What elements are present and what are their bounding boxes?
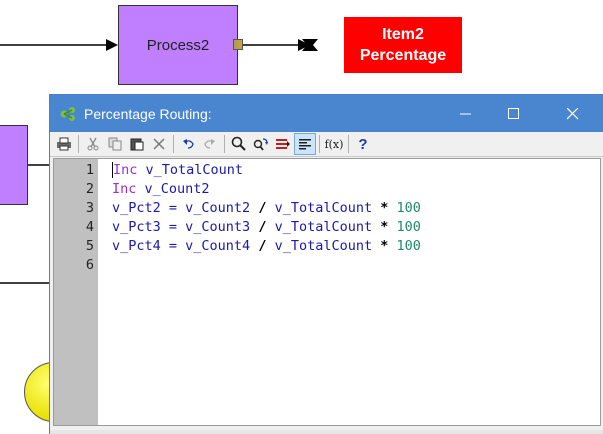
item-label-line2: Percentage: [359, 47, 447, 64]
editor-toolbar: f(x) ?: [50, 132, 603, 157]
redo-button[interactable]: [199, 133, 221, 155]
bookmark-icon: [276, 139, 290, 149]
code-line[interactable]: Inc v_TotalCount: [112, 161, 421, 180]
line-number: 4: [85, 219, 94, 235]
code-keyword: Inc: [112, 181, 137, 197]
minimize-button[interactable]: [443, 95, 489, 132]
maximize-icon: [508, 107, 519, 119]
code-text: v_TotalCount: [266, 200, 381, 216]
routing-icon: [60, 106, 75, 121]
format-button[interactable]: [294, 133, 316, 155]
code-number: 100: [388, 219, 421, 235]
process2-label: Process2: [146, 36, 210, 54]
toolbar-separator: [348, 135, 349, 153]
output-port[interactable]: [233, 39, 243, 50]
print-icon: [57, 137, 71, 151]
delete-icon: [153, 138, 165, 150]
toolbar-separator: [224, 135, 225, 153]
code-text: v_Pct3 = v_Count3: [112, 219, 259, 235]
item-label-line1: Item2: [382, 26, 424, 43]
format-icon: [299, 139, 311, 150]
code-text: v_TotalCount: [137, 162, 244, 178]
item2-percentage-label[interactable]: Item2 Percentage: [344, 17, 462, 73]
copy-icon: [108, 137, 122, 151]
close-icon: [567, 107, 579, 119]
find-replace-button[interactable]: [250, 133, 272, 155]
code-editor[interactable]: 1 2 3 4 5 6 Inc v_TotalCount Inc v_Count…: [53, 158, 601, 426]
window-title: Percentage Routing:: [84, 105, 212, 122]
code-line[interactable]: Inc v_Count2: [112, 180, 421, 199]
code-text: v_TotalCount: [266, 238, 381, 254]
function-icon: f(x): [324, 137, 344, 151]
left-process-block[interactable]: [0, 125, 28, 205]
line-number: 2: [85, 181, 94, 197]
code-number: 100: [388, 238, 421, 254]
function-button[interactable]: f(x): [323, 133, 345, 155]
line-number-gutter: 1 2 3 4 5 6: [54, 159, 98, 425]
line-number: 1: [85, 162, 94, 178]
process2-block[interactable]: Process2: [118, 5, 238, 85]
percentage-routing-window: Percentage Routing: f(x) ? 1 2 3 4 5 6 I…: [50, 95, 603, 434]
close-button[interactable]: [550, 95, 596, 132]
code-keyword: Inc: [112, 162, 138, 178]
toolbar-separator: [173, 135, 174, 153]
code-text: v_TotalCount: [266, 219, 381, 235]
redo-icon: [204, 139, 215, 149]
print-button[interactable]: [53, 133, 75, 155]
bookmark-button[interactable]: [272, 133, 294, 155]
minimize-icon: [460, 113, 471, 114]
help-button[interactable]: ?: [352, 133, 374, 155]
paste-icon: [130, 138, 144, 151]
code-line[interactable]: v_Pct4 = v_Count4 / v_TotalCount * 100: [112, 237, 421, 256]
paste-button[interactable]: [126, 133, 148, 155]
maximize-button[interactable]: [491, 95, 537, 132]
cut-button[interactable]: [82, 133, 104, 155]
undo-icon: [183, 139, 194, 149]
code-line[interactable]: v_Pct3 = v_Count3 / v_TotalCount * 100: [112, 218, 421, 237]
delete-button[interactable]: [148, 133, 170, 155]
find-icon: [231, 136, 246, 151]
undo-button[interactable]: [177, 133, 199, 155]
code-area[interactable]: Inc v_TotalCount Inc v_Count2 v_Pct2 = v…: [98, 159, 421, 425]
line-number: 3: [85, 200, 94, 216]
line-number: 6: [85, 257, 94, 273]
toolbar-separator: [78, 135, 79, 153]
code-line[interactable]: [112, 256, 421, 275]
find-replace-icon: [253, 138, 268, 151]
code-line[interactable]: v_Pct2 = v_Count2 / v_TotalCount * 100: [112, 199, 421, 218]
copy-button[interactable]: [104, 133, 126, 155]
code-text: v_Pct2 = v_Count2: [112, 200, 259, 216]
cut-icon: [87, 137, 99, 151]
find-button[interactable]: [228, 133, 250, 155]
code-number: 100: [388, 200, 421, 216]
titlebar[interactable]: Percentage Routing:: [50, 95, 603, 132]
code-text: v_Pct4 = v_Count4: [112, 238, 259, 254]
window-bottom-edge: [50, 430, 603, 434]
line-number: 5: [85, 238, 94, 254]
help-icon: ?: [358, 135, 368, 153]
code-text: v_Count2: [136, 181, 210, 197]
toolbar-separator: [319, 135, 320, 153]
